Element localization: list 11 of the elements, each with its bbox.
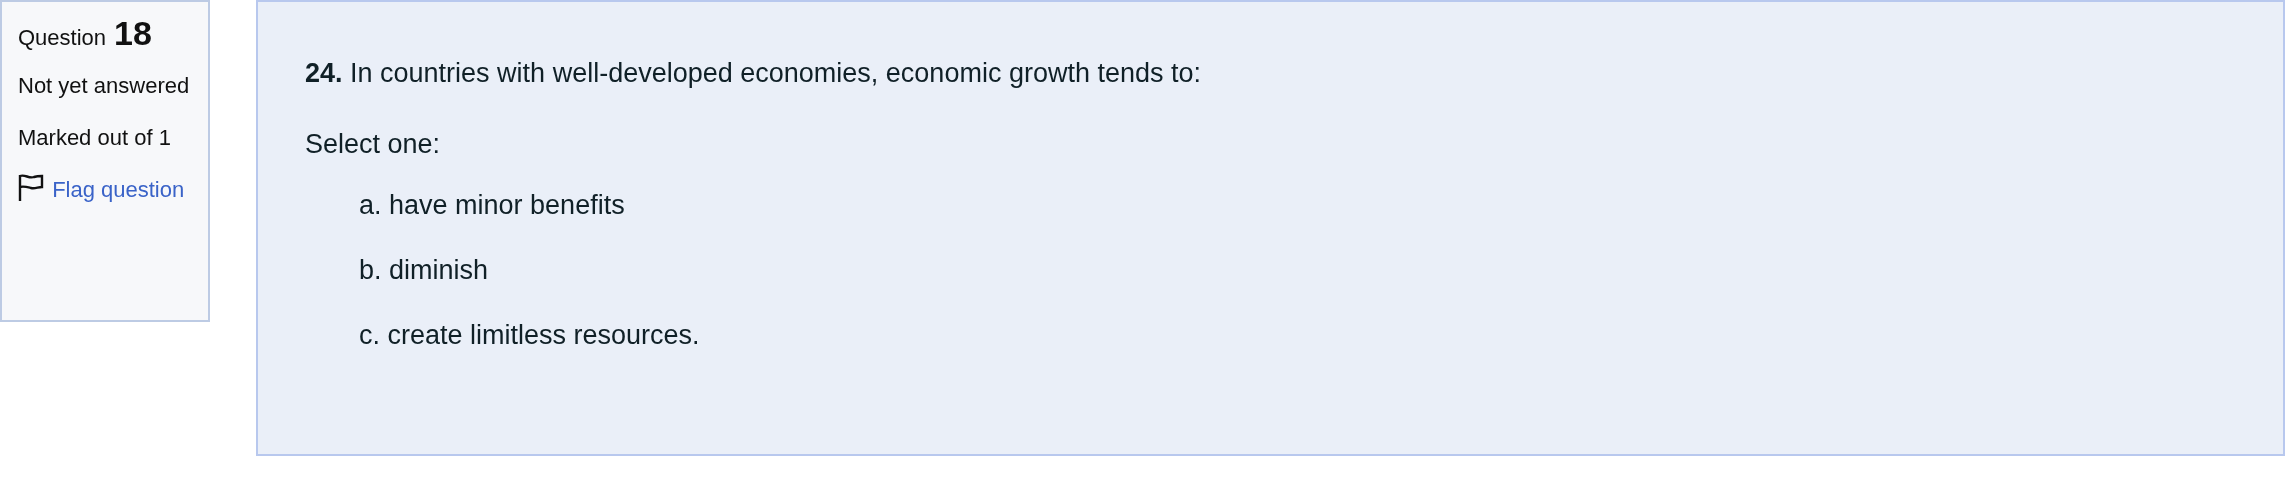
answer-status: Not yet answered (18, 72, 191, 100)
answer-option[interactable]: a. have minor benefits (305, 190, 2283, 221)
question-label: Question (18, 25, 107, 51)
flag-icon[interactable] (18, 173, 44, 203)
question-text: 24. In countries with well-developed economies, economic growth tends to: (305, 58, 1202, 89)
flag-question-link[interactable]: Flag question (52, 177, 185, 202)
question-number: 18 (114, 14, 152, 53)
select-prompt: Select one: (305, 129, 442, 160)
grade-text: Marked out of 1 (18, 124, 172, 152)
answer-option[interactable]: b. diminish (305, 255, 2283, 286)
answer-option[interactable]: c. create limitless resources. (305, 320, 2283, 351)
